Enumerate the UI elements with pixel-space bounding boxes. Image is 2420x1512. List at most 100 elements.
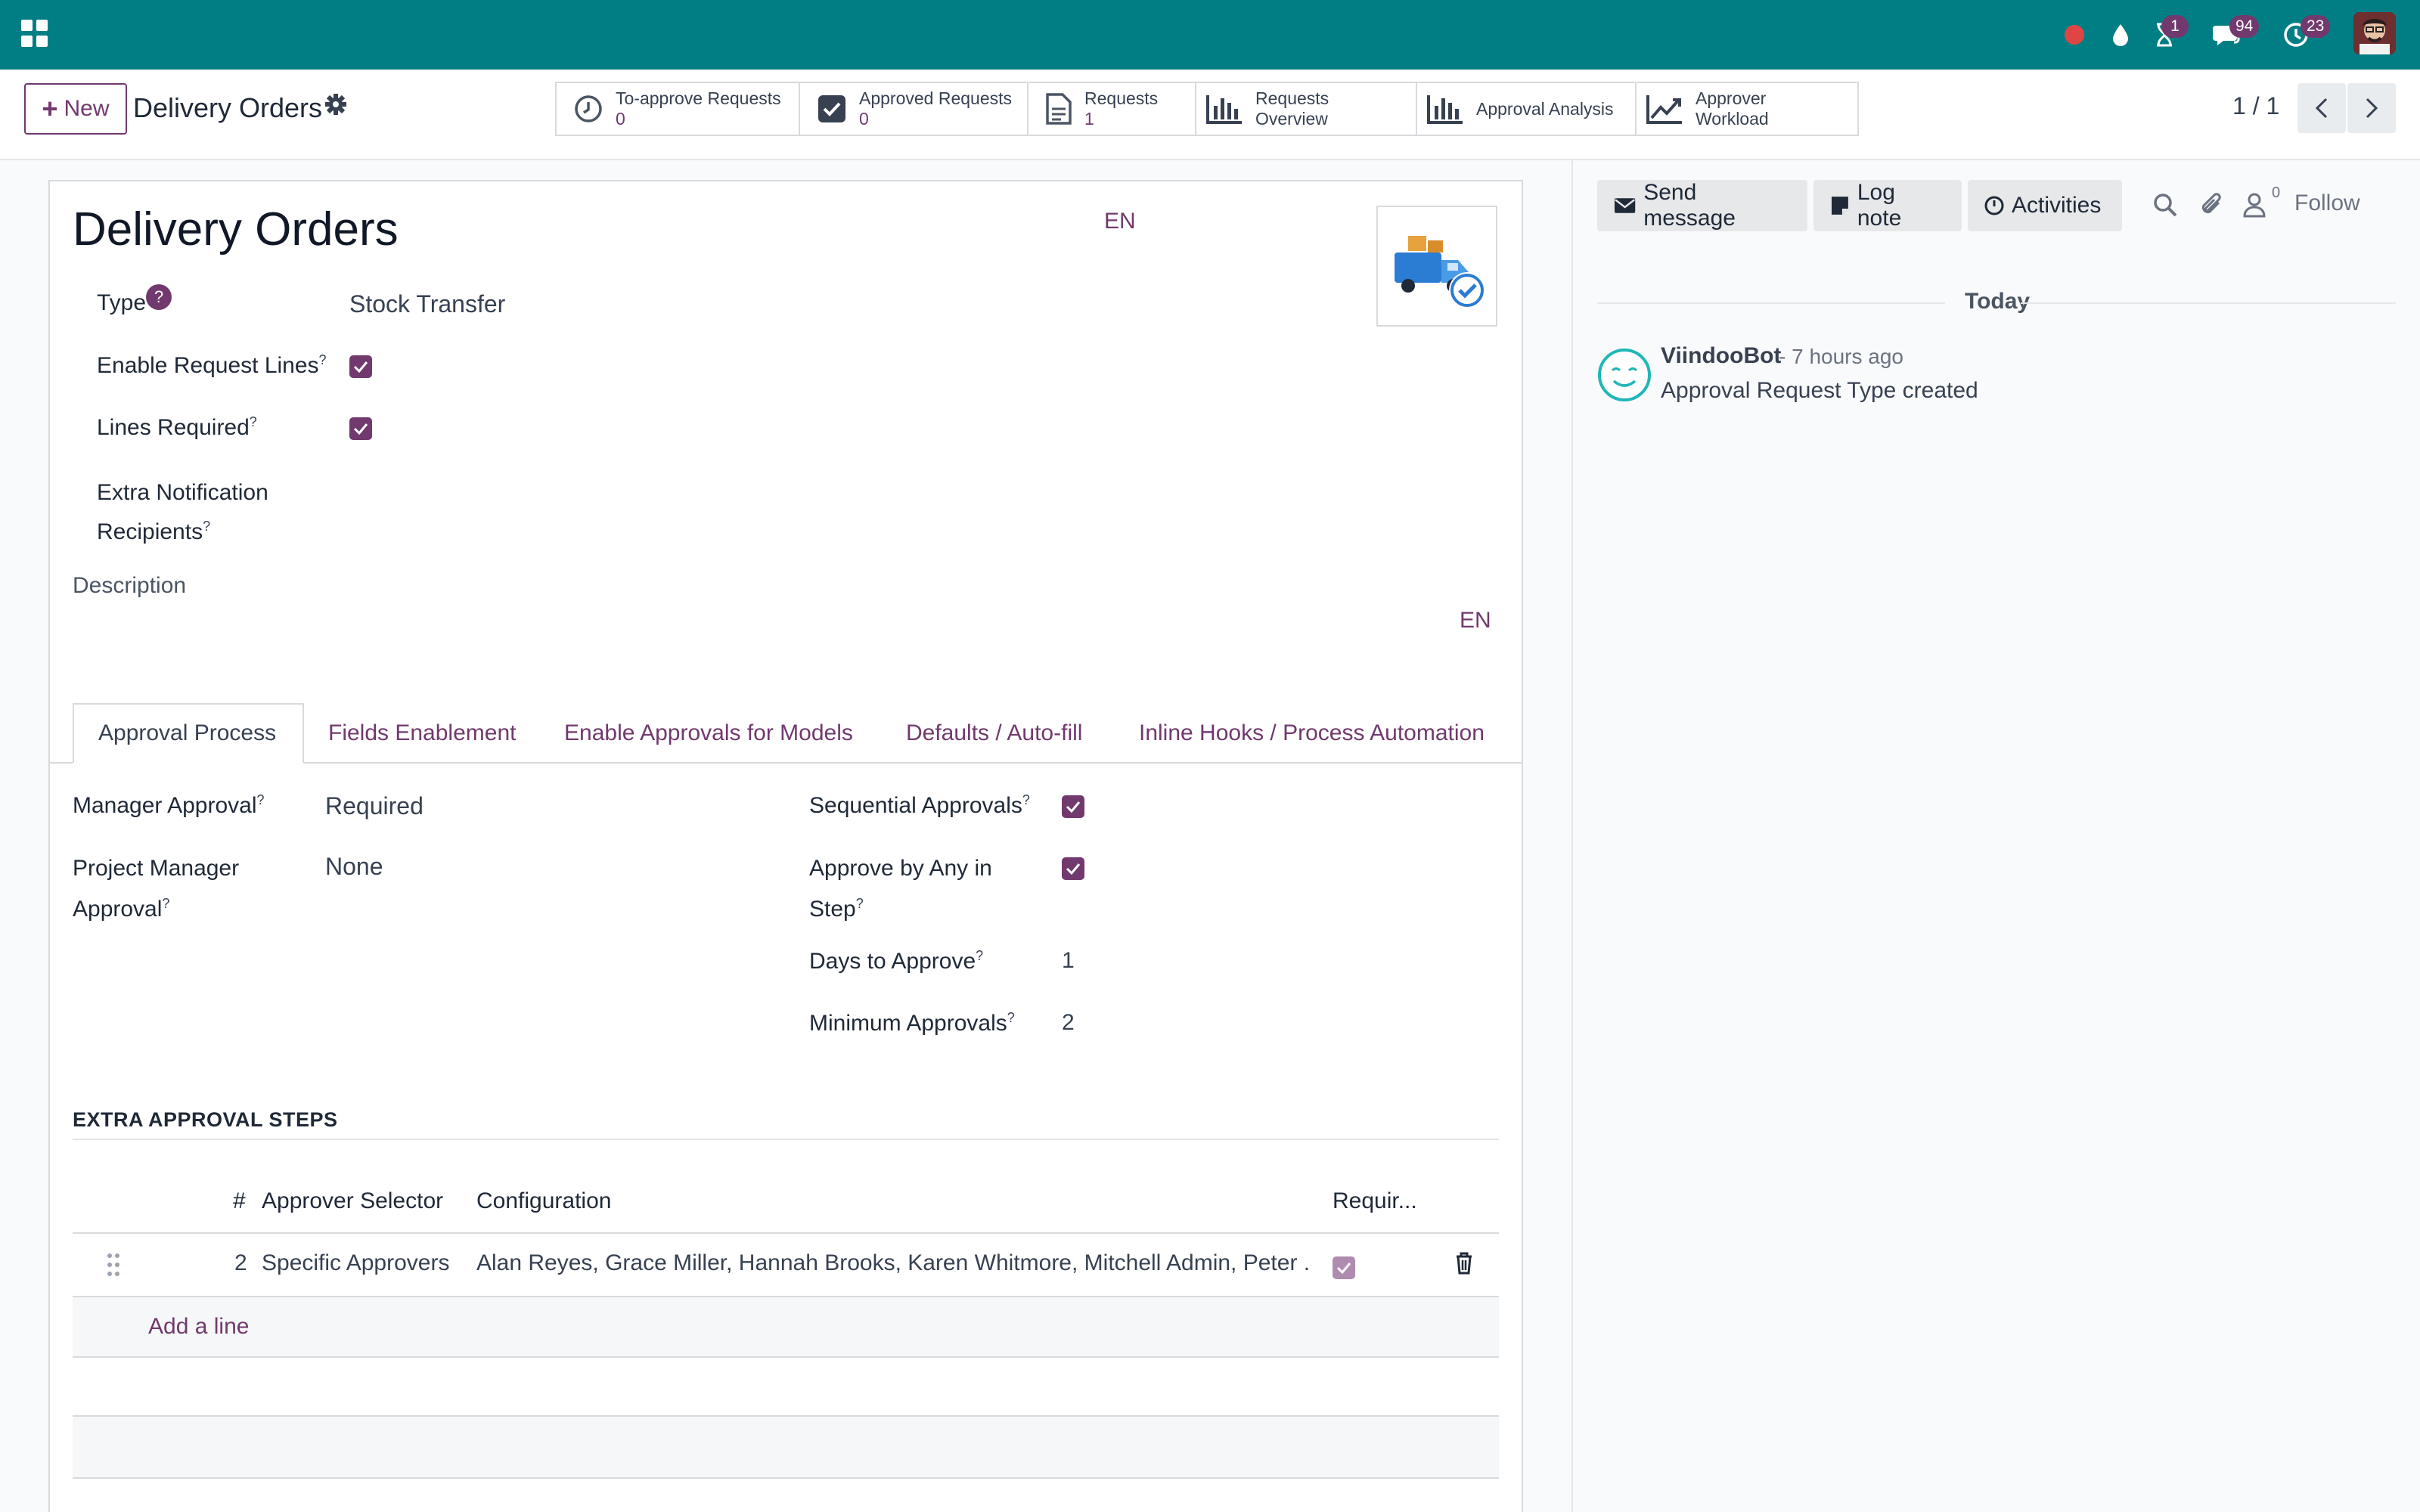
plus-icon: + — [42, 93, 58, 124]
water-drop-icon[interactable] — [2105, 17, 2136, 53]
tooltip-icon[interactable]: ? — [1007, 1010, 1015, 1025]
enable-request-lines-checkbox[interactable] — [349, 355, 372, 378]
minimum-approvals-value[interactable]: 2 — [1062, 1010, 1075, 1036]
chevron-right-icon — [2366, 98, 2378, 119]
sequential-approvals-label: Sequential Approvals? — [809, 792, 1030, 818]
new-button[interactable]: + New — [24, 83, 127, 135]
tooltip-icon[interactable]: ? — [250, 414, 257, 429]
lines-required-checkbox[interactable] — [349, 417, 372, 440]
delivery-truck-icon — [1395, 236, 1485, 308]
date-separator-line — [1597, 302, 1945, 304]
bar-chart-icon — [1427, 95, 1463, 124]
control-panel: + New Delivery Orders To-approve Request… — [0, 70, 2420, 160]
column-header-number[interactable]: # — [233, 1188, 246, 1214]
line-chart-icon — [1646, 95, 1682, 124]
check-icon — [353, 361, 368, 373]
search-icon[interactable] — [2152, 192, 2180, 219]
trash-icon[interactable] — [1455, 1252, 1473, 1275]
tab-inline-hooks[interactable]: Inline Hooks / Process Automation — [1115, 703, 1509, 764]
approve-by-any-checkbox[interactable] — [1062, 857, 1084, 880]
pager-value[interactable]: 1 / 1 — [2232, 92, 2279, 120]
approval-analysis-button[interactable]: Approval Analysis — [1417, 83, 1637, 135]
check-icon — [1336, 1263, 1351, 1274]
minimum-approvals-label: Minimum Approvals? — [809, 1010, 1015, 1036]
bar-chart-icon — [1206, 95, 1242, 124]
user-avatar[interactable] — [2353, 12, 2396, 54]
manager-approval-value[interactable]: Required — [325, 792, 424, 820]
sequential-approvals-checkbox[interactable] — [1062, 795, 1084, 818]
top-navbar: 1 94 23 — [0, 0, 2420, 70]
document-icon — [1046, 93, 1072, 125]
empty-row — [73, 1417, 1499, 1477]
to-approve-requests-button[interactable]: To-approve Requests 0 — [557, 83, 800, 135]
activities-button[interactable]: Activities — [1968, 180, 2122, 231]
description-language-button[interactable]: EN — [1460, 608, 1491, 634]
tab-approval-process[interactable]: Approval Process — [73, 703, 304, 764]
tooltip-icon[interactable]: ? — [257, 792, 265, 807]
requests-overview-button[interactable]: Requests Overview — [1196, 83, 1417, 135]
hourglass-badge: 1 — [2161, 15, 2189, 38]
record-title[interactable]: Delivery Orders — [73, 203, 399, 256]
check-icon — [1066, 863, 1081, 875]
add-a-line-link[interactable]: Add a line — [148, 1314, 249, 1340]
tooltip-icon[interactable]: ? — [203, 519, 210, 534]
chevron-left-icon — [2315, 98, 2328, 119]
help-icon[interactable]: ? — [146, 284, 172, 310]
follow-button[interactable]: Follow — [2294, 191, 2360, 216]
clock-icon — [1984, 196, 2004, 215]
row-configuration[interactable]: Alan Reyes, Grace Miller, Hannah Brooks,… — [476, 1250, 1308, 1276]
table-row-line — [73, 1477, 1499, 1479]
column-header-required[interactable]: Requir... — [1333, 1188, 1417, 1214]
next-record-button[interactable] — [2347, 83, 2396, 133]
followers-icon[interactable] — [2243, 192, 2270, 219]
approved-requests-button[interactable]: Approved Requests 0 — [800, 83, 1028, 135]
days-to-approve-value[interactable]: 1 — [1062, 948, 1075, 974]
paperclip-icon[interactable] — [2199, 192, 2226, 219]
tooltip-icon[interactable]: ? — [976, 948, 983, 963]
description-label: Description — [73, 573, 187, 598]
drag-handle-icon[interactable] — [106, 1252, 121, 1278]
gear-icon[interactable] — [324, 92, 351, 119]
column-header-approver-selector[interactable]: Approver Selector — [262, 1188, 443, 1214]
type-label: Type? — [97, 284, 172, 316]
record-dot-icon[interactable] — [2065, 25, 2084, 45]
tab-defaults-autofill[interactable]: Defaults / Auto-fill — [882, 703, 1106, 764]
row-number[interactable]: 2 — [234, 1250, 247, 1276]
message-time: - 7 hours ago — [1779, 345, 1903, 368]
tab-fields-enablement[interactable]: Fields Enablement — [304, 703, 540, 764]
requests-value: 1 — [1084, 109, 1094, 129]
approval-analysis-label: Approval Analysis — [1476, 98, 1614, 119]
envelope-icon — [1614, 198, 1636, 213]
tooltip-icon[interactable]: ? — [856, 896, 864, 911]
column-header-configuration[interactable]: Configuration — [476, 1188, 611, 1214]
requests-overview-label: Requests Overview — [1255, 88, 1329, 129]
tooltip-icon[interactable]: ? — [162, 896, 169, 911]
approved-value: 0 — [859, 109, 869, 129]
send-message-button[interactable]: Send message — [1597, 180, 1807, 231]
add-line-row — [73, 1297, 1499, 1356]
project-manager-approval-value[interactable]: None — [325, 853, 383, 881]
tooltip-icon[interactable]: ? — [319, 352, 327, 367]
tooltip-icon[interactable]: ? — [1022, 792, 1030, 807]
requests-button[interactable]: Requests 1 — [1028, 83, 1196, 135]
previous-record-button[interactable] — [2297, 83, 2346, 133]
type-value[interactable]: Stock Transfer — [349, 290, 505, 318]
message-author[interactable]: ViindooBot — [1661, 343, 1781, 369]
record-image[interactable] — [1376, 206, 1497, 327]
enable-request-lines-label: Enable Request Lines? — [97, 352, 327, 378]
log-note-label: Log note — [1857, 180, 1902, 231]
approve-by-any-label: Approve by Any in Step? — [809, 856, 992, 922]
row-required-checkbox[interactable] — [1333, 1256, 1355, 1279]
smart-buttons: To-approve Requests 0 Approved Requests … — [555, 82, 1859, 136]
title-language-button[interactable]: EN — [1104, 209, 1136, 234]
requests-label: Requests — [1084, 88, 1159, 108]
apps-grid-icon[interactable] — [21, 20, 48, 47]
log-note-button[interactable]: Log note — [1813, 180, 1962, 231]
clock-icon — [575, 95, 602, 122]
row-approver-selector[interactable]: Specific Approvers — [262, 1250, 449, 1276]
tab-enable-approvals-for-models[interactable]: Enable Approvals for Models — [540, 703, 877, 764]
message-body: Approval Request Type created — [1661, 378, 1978, 403]
messages-badge: 94 — [2229, 15, 2260, 38]
approver-workload-button[interactable]: Approver Workload — [1637, 83, 1857, 135]
approver-workload-label: Approver Workload — [1696, 88, 1769, 129]
